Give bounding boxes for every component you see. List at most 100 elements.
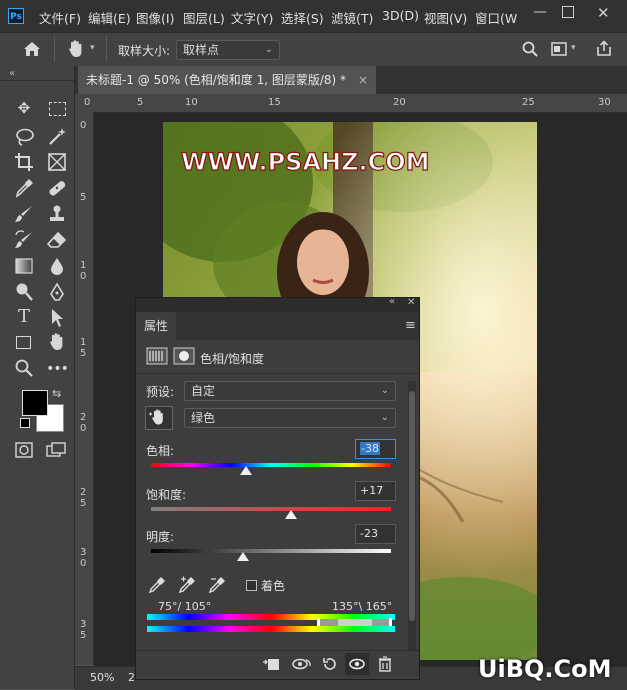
preset-select[interactable]: 自定 ⌄ (184, 381, 396, 401)
panel-tab-row (136, 312, 419, 340)
collapse-tools-icon[interactable]: « (9, 68, 15, 79)
ruler-label: 3 0 (80, 547, 87, 569)
lightness-value-input[interactable]: -23 (355, 524, 396, 544)
channel-select[interactable]: 绿色 ⌄ (184, 408, 396, 428)
saturation-slider-track[interactable] (151, 507, 391, 511)
divider (106, 36, 107, 62)
saturation-slider-thumb[interactable] (285, 510, 298, 519)
eyedropper-tool-icon[interactable] (14, 178, 34, 198)
eraser-tool-icon[interactable] (47, 230, 67, 250)
healing-brush-tool-icon[interactable] (47, 178, 67, 198)
panel-menu-icon[interactable]: ≡ (405, 318, 416, 333)
crop-tool-icon[interactable] (14, 152, 34, 172)
menu-filter[interactable]: 滤镜(T) (331, 8, 373, 27)
trash-icon[interactable] (378, 656, 392, 672)
screen-mode-icon[interactable] (46, 442, 66, 458)
frame-tool-icon[interactable] (47, 152, 67, 172)
document-tab-bar: 未标题-1 @ 50% (色相/饱和度 1, 图层蒙版/8) * × (75, 66, 627, 94)
brush-tool-icon[interactable] (14, 204, 34, 224)
sample-size-select[interactable]: 取样点 ⌄ (176, 40, 280, 60)
ruler-label: 15 (268, 97, 281, 108)
visibility-button[interactable] (345, 653, 369, 675)
foreground-color-swatch[interactable] (22, 390, 48, 416)
hand-tool-icon[interactable] (47, 332, 67, 352)
home-icon[interactable] (23, 41, 41, 57)
clip-to-layer-icon[interactable] (262, 656, 280, 672)
gradient-tool-icon[interactable] (14, 256, 34, 276)
subtract-from-sample-eyedropper-icon[interactable] (208, 576, 226, 594)
sample-size-label: 取样大小: (118, 44, 171, 58)
view-previous-state-icon[interactable] (292, 656, 312, 672)
saturation-value-input[interactable]: +17 (355, 481, 396, 501)
hue-label: 色相: (146, 444, 175, 458)
maximize-icon[interactable] (562, 6, 574, 18)
panel-title: 色相/饱和度 (200, 352, 265, 366)
hand-eyedropper-icon[interactable] (66, 39, 84, 59)
share-icon[interactable] (596, 40, 612, 57)
menu-file[interactable]: 文件(F) (39, 8, 81, 27)
pen-tool-icon[interactable] (47, 282, 67, 302)
type-tool-icon[interactable]: T (13, 306, 35, 328)
hue-slider-track[interactable] (151, 463, 391, 467)
dodge-tool-icon[interactable] (14, 282, 34, 302)
colorize-label: 着色 (261, 579, 286, 593)
menu-select[interactable]: 选择(S) (281, 8, 324, 27)
targeted-adjustment-button[interactable] (145, 406, 173, 430)
close-panel-icon[interactable]: ✕ (407, 297, 415, 308)
tab-properties[interactable]: 属性 (136, 312, 176, 340)
more-tools-icon[interactable]: ••• (46, 358, 69, 380)
eyedropper-icon[interactable] (148, 576, 166, 594)
zoom-tool-icon[interactable] (14, 358, 34, 378)
magic-wand-tool-icon[interactable] (47, 126, 67, 146)
collapse-panel-icon[interactable]: « (389, 296, 395, 307)
rectangle-tool-icon[interactable] (16, 336, 31, 349)
marquee-tool-icon[interactable] (49, 102, 66, 116)
move-tool-icon[interactable]: ✥ (13, 97, 35, 119)
divider (136, 650, 419, 651)
adjustment-layer-icon[interactable] (146, 347, 168, 365)
reset-icon[interactable] (322, 656, 338, 672)
document-tab[interactable]: 未标题-1 @ 50% (色相/饱和度 1, 图层蒙版/8) * × (78, 66, 376, 94)
minimize-icon[interactable]: — (533, 4, 547, 20)
mask-icon[interactable] (173, 347, 195, 365)
colorize-checkbox[interactable] (246, 580, 257, 591)
panel-scrollbar[interactable] (408, 381, 416, 651)
divider (0, 80, 74, 81)
workspace-chevron-icon[interactable]: ▾ (571, 43, 576, 53)
blur-tool-icon[interactable] (47, 256, 67, 276)
site-logo: UiBQ.CoM (478, 655, 612, 683)
scrollbar-thumb[interactable] (409, 391, 415, 621)
close-icon[interactable]: ✕ (597, 4, 610, 22)
lasso-tool-icon[interactable] (15, 127, 35, 147)
workspace-icon[interactable] (551, 42, 567, 56)
menu-type[interactable]: 文字(Y) (231, 8, 273, 27)
menu-window[interactable]: 窗口(W (475, 8, 517, 27)
lightness-label: 明度: (146, 530, 175, 544)
quick-mask-icon[interactable] (15, 442, 33, 458)
sample-size-value: 取样点 (183, 43, 220, 57)
ruler-label: 0 (84, 97, 91, 108)
menu-view[interactable]: 视图(V) (424, 8, 467, 27)
preset-value: 自定 (191, 384, 216, 398)
history-brush-tool-icon[interactable] (14, 230, 34, 250)
hue-value-input[interactable]: -38 (355, 439, 396, 459)
path-selection-tool-icon[interactable] (49, 308, 67, 328)
ruler-label: 5 (137, 97, 144, 108)
swap-colors-icon[interactable]: ⇆ (52, 387, 61, 400)
default-colors-icon[interactable] (20, 418, 30, 428)
menu-3d[interactable]: 3D(D) (382, 8, 419, 23)
menu-edit[interactable]: 编辑(E) (88, 8, 131, 27)
add-to-sample-eyedropper-icon[interactable] (178, 576, 196, 594)
clone-stamp-tool-icon[interactable] (47, 204, 67, 224)
close-tab-icon[interactable]: × (358, 73, 368, 87)
tool-preset-chevron-icon[interactable]: ▾ (90, 43, 95, 53)
lightness-slider-thumb[interactable] (237, 552, 250, 561)
search-icon[interactable] (522, 41, 538, 57)
zoom-level[interactable]: 50% (90, 671, 114, 684)
menu-layer[interactable]: 图层(L) (183, 8, 225, 27)
hue-slider-thumb[interactable] (239, 466, 252, 475)
ruler-label: 5 (80, 192, 87, 203)
targeted-adjustment-icon (149, 409, 163, 425)
lightness-slider-track[interactable] (151, 549, 391, 553)
menu-image[interactable]: 图像(I) (136, 8, 174, 27)
